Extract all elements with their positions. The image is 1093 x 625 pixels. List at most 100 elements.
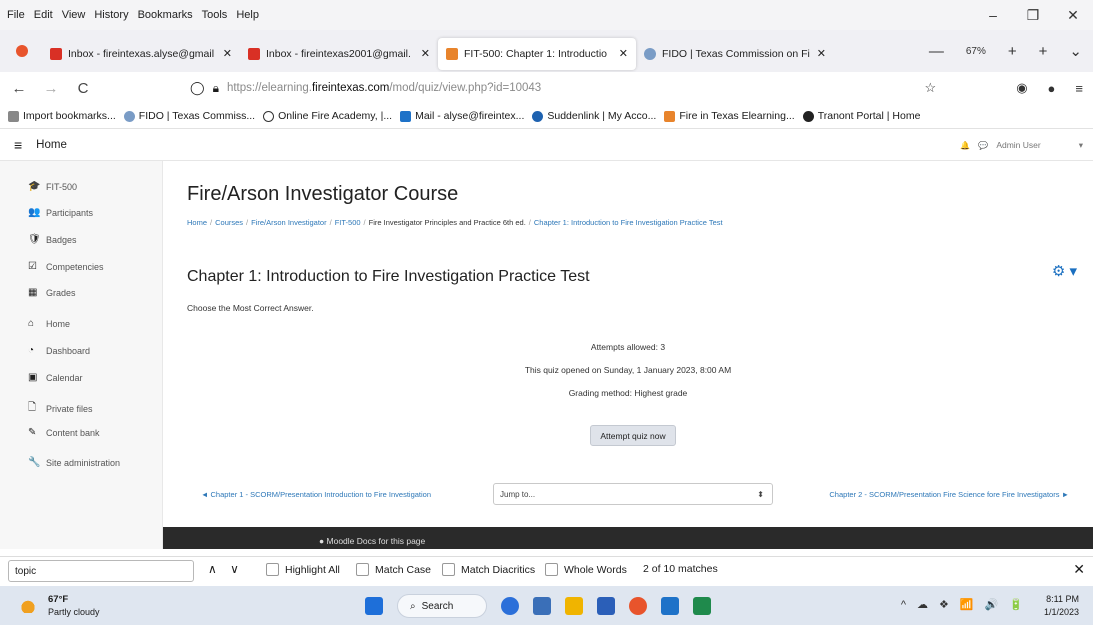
previous-activity-link[interactable]: ◄ Chapter 1 - SCORM/Presentation Introdu… [201,490,431,499]
tab-inbox-alyse[interactable]: Inbox - fireintexas.alyse@gmail ✕ [42,38,240,70]
tab-fit500-chapter1[interactable]: FIT-500: Chapter 1: Introductio ✕ [438,37,636,70]
gear-icon[interactable]: ⚙ ▾ [1052,262,1077,280]
back-icon[interactable]: ← [6,80,32,97]
whole-words-checkbox[interactable]: Whole Words [545,563,627,576]
zoom-level[interactable]: 67% [966,46,986,57]
breadcrumb-current[interactable]: Chapter 1: Introduction to Fire Investig… [534,218,723,227]
next-activity-link[interactable]: Chapter 2 - SCORM/Presentation Fire Scie… [829,490,1069,499]
attempt-quiz-button[interactable]: Attempt quiz now [590,425,676,446]
tab-close-icon[interactable]: ✕ [223,47,232,60]
new-tab-icon[interactable]: + [1039,43,1048,60]
bookmark-star-icon[interactable]: ☆ [925,80,937,96]
widgets-icon[interactable] [533,597,551,615]
reload-icon[interactable]: C [70,80,96,97]
show-hidden-icons-icon[interactable]: ^ [901,599,906,611]
match-diacritics-checkbox[interactable]: Match Diacritics [442,563,535,576]
file-explorer-icon[interactable] [565,597,583,615]
teams-chat-icon[interactable] [501,597,519,615]
bookmark-fido[interactable]: FIDO | Texas Commiss... [123,110,255,122]
restore-icon[interactable]: ❐ [1013,7,1053,24]
bookmark-online-fire-academy[interactable]: Online Fire Academy, |... [263,110,392,122]
find-previous-icon[interactable]: ∧ [208,562,217,576]
sidebar-item-dashboard[interactable]: ◔ Dashboard [28,345,90,356]
tab-title: Inbox - fireintexas.alyse@gmail [68,47,215,60]
sidebar-item-badges[interactable]: 🛡 Badges [28,234,77,245]
zoom-out-icon[interactable]: — [929,43,944,60]
hamburger-menu-icon[interactable]: ≡ [1075,81,1083,96]
sidebar-item-private-files[interactable]: 🗋 Private files [28,400,93,417]
calendar-icon: ▣ [28,372,38,383]
match-case-checkbox[interactable]: Match Case [356,563,431,576]
close-find-icon[interactable]: ✕ [1073,561,1085,578]
tab-inbox-2001[interactable]: Inbox - fireintexas2001@gmail. ✕ [240,38,438,70]
sidebar-item-home[interactable]: ⌂ Home [28,318,70,329]
outlook-icon[interactable] [661,597,679,615]
user-caret-icon[interactable]: ▾ [1079,140,1083,151]
sidebar-item-calendar[interactable]: ▣ Calendar [28,372,83,383]
moodle-home-link[interactable]: Home [36,139,67,151]
breadcrumb-home[interactable]: Home [187,218,207,227]
wifi-icon[interactable]: 📶 [960,598,974,611]
messages-icon[interactable]: 💬 [978,141,988,150]
url-bar[interactable]: ◯ 🔒︎ https://elearning. fireintexas.com/m… [190,76,910,100]
bookmark-import[interactable]: Import bookmarks... [8,110,116,122]
minimize-icon[interactable]: – [973,7,1013,23]
bookmark-suddenlink[interactable]: Suddenlink | My Acco... [532,110,656,122]
volume-icon[interactable]: 🔊 [985,598,999,611]
system-tray: ^ ☁ ❖ 📶 🔊 🔋 [890,598,1023,612]
sidebar-item-site-administration[interactable]: 🔧 Site administration [28,457,120,468]
sidebar-item-grades[interactable]: ▦ Grades [28,287,76,298]
close-window-icon[interactable]: ✕ [1053,7,1093,24]
menu-help[interactable]: Help [236,9,259,21]
breadcrumb-category[interactable]: Fire/Arson Investigator [251,218,326,227]
tab-close-icon[interactable]: ✕ [817,47,826,60]
outlook-icon [400,110,412,122]
bookmark-tranont[interactable]: Tranont Portal | Home [802,110,920,122]
shield-icon: ◯ [190,80,205,95]
list-all-tabs-icon[interactable]: ⌄ [1069,42,1082,60]
sidebar-item-content-bank[interactable]: ✎ Content bank [28,427,100,438]
user-menu[interactable]: Admin User [996,140,1040,150]
weather-widget[interactable]: 67°F Partly cloudy [20,593,100,618]
breadcrumb-section[interactable]: Fire Investigator Principles and Practic… [369,218,526,227]
jump-to-select[interactable]: Jump to... ⬍ [493,483,773,505]
forward-icon[interactable]: → [38,80,64,97]
find-input[interactable]: topic [8,560,194,582]
tab-fido[interactable]: FIDO | Texas Commission on Fi ✕ [636,38,834,70]
menu-tools[interactable]: Tools [202,9,228,21]
sidebar-item-participants[interactable]: 👥 Participants [28,207,93,218]
bookmark-fire-in-texas[interactable]: Fire in Texas Elearning... [664,110,795,122]
menu-bookmarks[interactable]: Bookmarks [138,9,193,21]
drawer-toggle-icon[interactable]: ≡ [14,137,22,153]
notification-bell-icon[interactable]: 🔔 [960,141,970,150]
firefox-view-icon[interactable] [16,45,28,57]
word-icon[interactable] [597,597,615,615]
breadcrumb-course[interactable]: FIT-500 [335,218,361,227]
taskbar-clock[interactable]: 8:11 PM 1/1/2023 [1044,593,1079,619]
bookmark-mail[interactable]: Mail - alyse@fireintex... [400,110,524,122]
checkbox-icon: ☑ [28,261,37,272]
account-icon[interactable]: ● [1048,81,1056,96]
find-next-icon[interactable]: ∨ [230,562,239,576]
dropbox-icon[interactable]: ❖ [939,598,949,611]
excel-icon[interactable] [693,597,711,615]
sidebar-item-competencies[interactable]: ☑ Competencies [28,261,104,272]
menu-view[interactable]: View [62,9,86,21]
taskbar-search[interactable]: ⌕ Search [397,594,487,618]
firefox-icon[interactable] [629,597,647,615]
tab-close-icon[interactable]: ✕ [619,47,628,60]
moodle-docs-link[interactable]: ● Moodle Docs for this page [319,536,425,546]
sidebar-item-fit500[interactable]: 🎓 FIT-500 [28,181,77,192]
pocket-icon[interactable]: ◉ [1016,80,1027,96]
navigation-bar: ← → C ◯ 🔒︎ https://elearning. fireintexas… [0,72,1093,104]
menu-history[interactable]: History [94,9,128,21]
zoom-in-icon[interactable]: + [1008,43,1017,60]
windows-start-icon[interactable] [365,597,383,615]
highlight-all-checkbox[interactable]: Highlight All [266,563,340,576]
tab-close-icon[interactable]: ✕ [421,47,430,60]
menu-edit[interactable]: Edit [34,9,53,21]
breadcrumb-courses[interactable]: Courses [215,218,243,227]
menu-file[interactable]: File [7,9,25,21]
battery-icon[interactable]: 🔋 [1009,598,1023,611]
onedrive-icon[interactable]: ☁ [917,598,928,611]
